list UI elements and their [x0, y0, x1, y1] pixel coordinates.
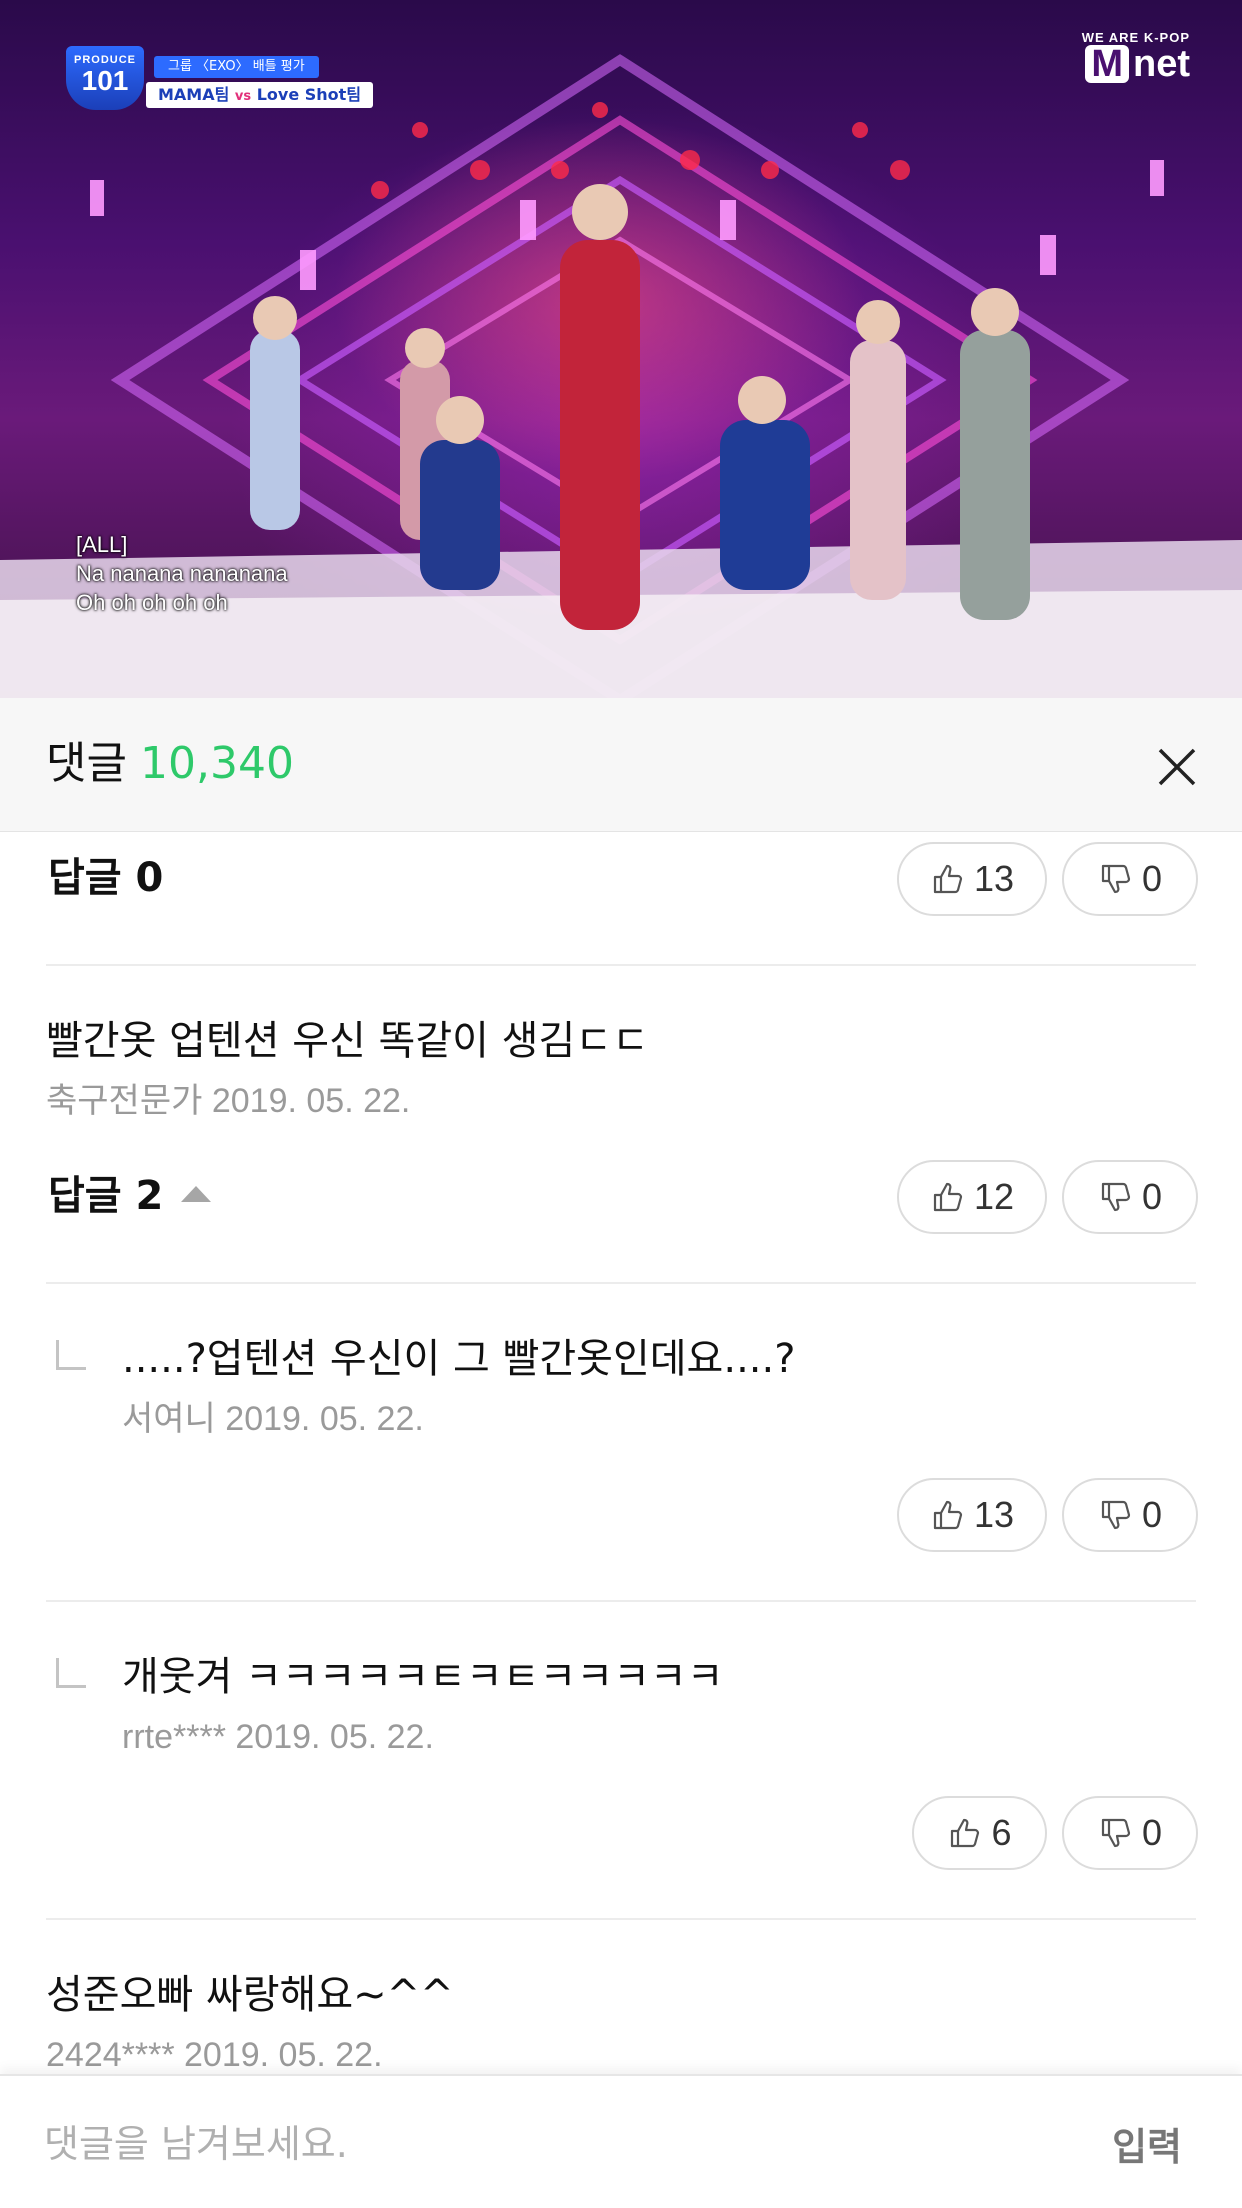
like-count: 13: [973, 858, 1015, 899]
reply-meta: rrte**** 2019. 05. 22.: [122, 1716, 434, 1758]
reply-count-toggle[interactable]: 답글 2: [48, 1172, 212, 1220]
like-count: 12: [973, 1176, 1015, 1217]
thumbs-up-icon: [951, 1818, 980, 1848]
produce-x-101-logo: PRODUCE 101: [66, 46, 144, 110]
comment-text: 성준오빠 싸랑해요~^^: [46, 1972, 454, 2018]
reply-date: 2019. 05. 22.: [235, 1718, 434, 1756]
comment-input-bar: 입력: [0, 2074, 1242, 2208]
video-subtitle: [ALL] Na nanana nananana Oh oh oh oh oh: [76, 530, 288, 617]
mnet-net: net: [1133, 43, 1190, 85]
like-button[interactable]: 13: [897, 1478, 1047, 1552]
reply-count-label: 답글 2: [48, 1173, 164, 1219]
comment-input[interactable]: [44, 2114, 1044, 2174]
thumbs-up-icon: [933, 1500, 963, 1530]
comment-date: 2019. 05. 22.: [211, 1082, 411, 1120]
reply-author[interactable]: 서여니: [122, 1400, 216, 1438]
comments-title: 댓글: [46, 738, 127, 789]
divider: [46, 964, 1196, 966]
mnet-wordmark: Mnet: [1082, 45, 1190, 83]
comment-text: 빨간옷 업텐션 우신 똑같이 생김ㄷㄷ: [46, 1018, 649, 1064]
logo-number: 101: [81, 65, 129, 96]
dislike-count: 0: [1141, 1176, 1163, 1217]
subtitle-line: Na nanana nananana: [76, 561, 288, 586]
thumbs-down-icon: [1101, 1818, 1131, 1848]
reply-date: 2019. 05. 22.: [225, 1400, 424, 1438]
episode-caption: 그룹 〈EXO〉 배틀 평가: [154, 56, 319, 78]
battle-caption: MAMA팀 vs Love Shot팀: [146, 82, 374, 108]
divider: [46, 1918, 1196, 1920]
dislike-count: 0: [1141, 1812, 1163, 1853]
dislike-button[interactable]: 0: [1062, 1160, 1198, 1234]
dislike-count: 0: [1141, 1494, 1163, 1535]
close-button[interactable]: [1152, 742, 1202, 792]
show-badge: PRODUCE 101 그룹 〈EXO〉 배틀 평가 MAMA팀 vs Love…: [66, 44, 376, 114]
thumbs-up-icon: [933, 864, 963, 894]
thumbs-down-icon: [1101, 864, 1131, 894]
comments-count: 10,340: [140, 738, 294, 789]
close-icon: [1158, 748, 1196, 786]
reply-text: .....?업텐션 우신이 그 빨간옷인데요....?: [122, 1336, 796, 1382]
divider: [46, 1600, 1196, 1602]
vs-label: vs: [234, 89, 252, 104]
comment-meta: 2424**** 2019. 05. 22.: [46, 2034, 383, 2074]
caret-up-icon: [181, 1186, 212, 1202]
mnet-logo: WE ARE K-POP Mnet: [1082, 30, 1190, 83]
thumbs-down-icon: [1101, 1500, 1131, 1530]
comment-list[interactable]: 답글 0 13 0 빨간옷 업텐션 우신 똑같이 생김ㄷㄷ 축구전문가 2019…: [0, 832, 1242, 2074]
thumbs-down-icon: [1101, 1182, 1131, 1212]
dislike-count: 0: [1141, 858, 1163, 899]
comment-author[interactable]: 2424****: [46, 2036, 175, 2074]
dislike-button[interactable]: 0: [1062, 1478, 1198, 1552]
reply-indicator-icon: [56, 1658, 86, 1688]
reply-author[interactable]: rrte****: [122, 1718, 226, 1756]
like-count: 6: [991, 1812, 1012, 1853]
comment-date: 2019. 05. 22.: [184, 2036, 383, 2074]
video-player[interactable]: PRODUCE 101 그룹 〈EXO〉 배틀 평가 MAMA팀 vs Love…: [0, 0, 1242, 698]
like-button[interactable]: 6: [912, 1796, 1047, 1870]
reply-text: 개웃겨 ㅋㅋㅋㅋㅋㅌㅋㅌㅋㅋㅋㅋㅋ: [122, 1654, 724, 1700]
logo-top-text: PRODUCE: [73, 54, 136, 66]
dislike-button[interactable]: 0: [1062, 1796, 1198, 1870]
comment-meta: 축구전문가 2019. 05. 22.: [46, 1080, 410, 1122]
reply-meta: 서여니 2019. 05. 22.: [122, 1398, 424, 1440]
mnet-m: M: [1085, 45, 1129, 83]
reply-count-toggle[interactable]: 답글 0: [48, 854, 163, 902]
team1-label: MAMA팀: [158, 85, 230, 104]
like-button[interactable]: 12: [897, 1160, 1047, 1234]
subtitle-line: [ALL]: [76, 532, 128, 557]
dislike-button[interactable]: 0: [1062, 842, 1198, 916]
submit-button[interactable]: 입력: [1112, 2116, 1182, 2171]
team2-label: Love Shot팀: [256, 85, 362, 104]
thumbs-up-icon: [933, 1182, 963, 1212]
reply-indicator-icon: [56, 1340, 86, 1370]
comment-author[interactable]: 축구전문가: [46, 1082, 202, 1120]
comments-header: 댓글 10,340: [0, 698, 1242, 832]
subtitle-line: Oh oh oh oh oh: [76, 590, 228, 615]
divider: [46, 1282, 1196, 1284]
like-button[interactable]: 13: [897, 842, 1047, 916]
like-count: 13: [973, 1494, 1015, 1535]
